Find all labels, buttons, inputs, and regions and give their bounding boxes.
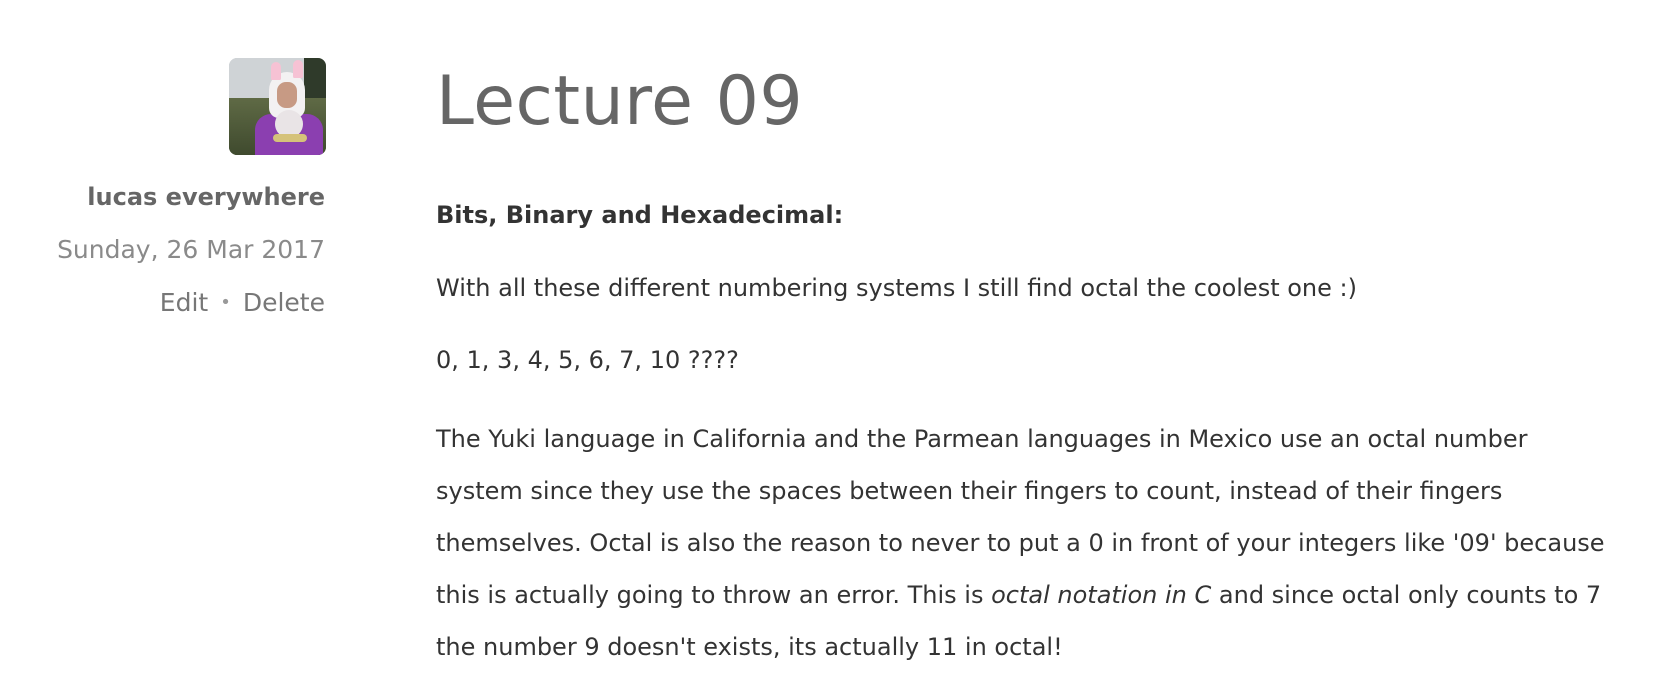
avatar-ear-left — [271, 62, 281, 80]
line-text-before: this is actually going to throw an error… — [436, 581, 992, 609]
paragraph-line: this is actually going to throw an error… — [436, 569, 1656, 621]
avatar-ear-right — [293, 60, 303, 78]
edit-link[interactable]: Edit — [160, 288, 208, 317]
post-title: Lecture 09 — [436, 62, 804, 141]
actions-separator: • — [220, 292, 231, 313]
paragraph-sequence: 0, 1, 3, 4, 5, 6, 7, 10 ???? — [436, 346, 739, 374]
paragraph-line: The Yuki language in California and the … — [436, 425, 1528, 453]
section-heading: Bits, Binary and Hexadecimal: — [436, 201, 844, 229]
paragraph-line: the number 9 doesn't exists, its actuall… — [436, 633, 1063, 661]
avatar-belt — [273, 134, 307, 142]
post-actions: Edit • Delete — [0, 288, 325, 317]
paragraph-line: themselves. Octal is also the reason to … — [436, 529, 1605, 557]
post-date: Sunday, 26 Mar 2017 — [57, 235, 325, 264]
author-avatar[interactable] — [229, 58, 326, 155]
delete-link[interactable]: Delete — [243, 288, 325, 317]
paragraph-line: system since they use the spaces between… — [436, 477, 1503, 505]
avatar-face — [277, 82, 297, 108]
line-text-after: and since octal only counts to 7 — [1211, 581, 1602, 609]
author-name[interactable]: lucas everywhere — [0, 183, 325, 211]
paragraph-intro: With all these different numbering syste… — [436, 274, 1357, 302]
paragraph-octal: The Yuki language in California and the … — [436, 413, 1656, 673]
emphasis-octal-notation: octal notation in C — [991, 581, 1212, 609]
